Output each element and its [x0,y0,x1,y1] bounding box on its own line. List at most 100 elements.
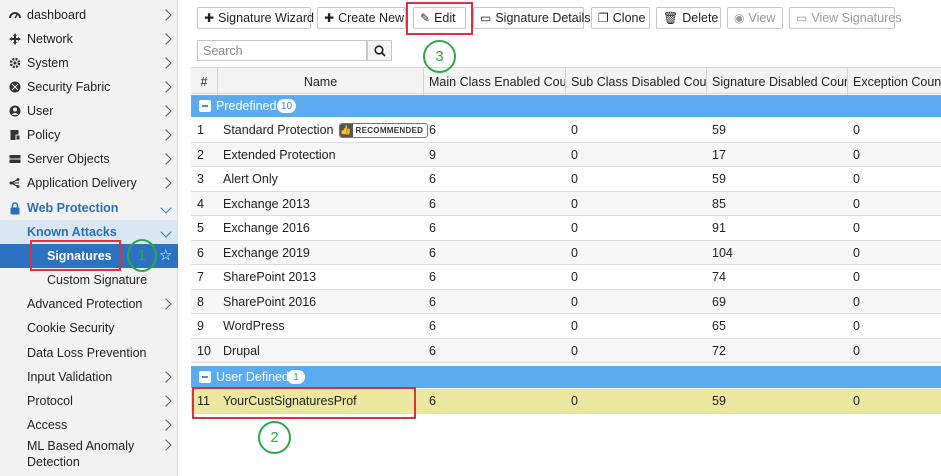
chevron-down-icon [160,202,172,214]
chevron-right-icon [160,419,172,431]
column-header-sub-class-disabled[interactable]: Sub Class Disabled Count [565,68,706,95]
badge-label: RECOMMENDED [355,125,424,135]
sidebar-item-cookie-security[interactable]: Cookie Security [0,316,178,340]
cell-signature-disabled-text: 85 [712,196,726,211]
cell-main-class-enabled: 6 [423,192,436,216]
sidebar-item-input-validation[interactable]: Input Validation [0,365,178,389]
view-button[interactable]: ◉ View [727,7,783,29]
collapse-icon[interactable] [199,371,211,383]
delete-button[interactable]: 🗑 Delete [656,7,721,29]
sidebar-item-server-objects[interactable]: Server Objects [0,147,178,171]
chevron-right-icon [160,9,172,21]
view-signatures-button[interactable]: ▭ View Signatures [789,7,901,29]
column-header-number[interactable]: # [191,68,217,95]
gear-icon [8,56,22,70]
cell-exception-count-text: 0 [853,394,860,408]
chevron-right-icon [160,129,172,141]
table-row[interactable]: 3 Alert Only 6 0 59 0 [191,167,941,192]
cell-sub-class-disabled-text: 0 [571,270,578,284]
sidebar-item-custom-signature[interactable]: Custom Signature [0,268,178,292]
cell-exception-count-text: 0 [853,221,860,235]
column-header-name[interactable]: Name [217,68,423,95]
search-button[interactable] [367,40,392,61]
sidebar-item-system[interactable]: System [0,51,178,75]
cell-signature-disabled-text: 65 [712,319,726,333]
sidebar-item-application-delivery[interactable]: Application Delivery [0,171,178,195]
details-icon: ▭ [796,11,808,25]
sidebar-item-protocol[interactable]: Protocol [0,389,178,413]
collapse-icon[interactable] [199,100,211,112]
table-row[interactable]: 6 Exchange 2019 6 0 104 0 [191,240,941,265]
cell-exception-count: 0 [847,118,860,142]
cell-number: 5 [191,216,204,240]
column-header-exception-count[interactable]: Exception Count [847,68,941,95]
sidebar-item-advanced-protection[interactable]: Advanced Protection [0,292,178,316]
network-icon [8,32,22,46]
table-row[interactable]: 1 Standard Protection 👍 RECOMMENDED 6 0 59 0 [191,118,941,143]
sidebar-item-policy[interactable]: Policy [0,123,178,147]
signature-details-button[interactable]: ▭ Signature Details [473,7,591,29]
dashboard-icon [8,8,22,22]
cell-main-class-enabled: 6 [423,290,436,314]
sidebar-item-dashboard[interactable]: dashboard [0,3,178,27]
sidebar-item-access[interactable]: Access [0,413,178,437]
sidebar-item-ml-anomaly-line2[interactable]: Detection [0,454,178,470]
cell-sub-class-disabled-text: 0 [571,172,578,186]
cell-signature-disabled-text: 59 [712,172,726,186]
table-row[interactable]: 7 SharePoint 2013 6 0 74 0 [191,265,941,290]
table-row[interactable]: 8 SharePoint 2016 6 0 69 0 [191,289,941,314]
cell-name-text: Exchange 2016 [223,221,310,235]
sidebar-item-label: Application Delivery [27,176,137,190]
user-icon [8,104,22,118]
button-label: Signature Details [495,11,591,25]
group-count-badge: 1 [287,370,305,384]
group-header-user-defined[interactable]: User Defined 1 [191,366,941,388]
cell-sub-class-disabled: 0 [565,389,578,413]
cell-main-class-enabled-text: 6 [429,172,436,186]
button-label: Delete [682,11,719,25]
button-label: Create New [338,11,405,25]
sidebar-item-ml-anomaly[interactable]: ML Based Anomaly [0,438,178,454]
group-header-predefined[interactable]: Predefined 10 [191,95,941,117]
lock-icon [8,201,22,215]
sidebar-item-network[interactable]: Network [0,27,178,51]
chevron-right-icon [160,395,172,407]
table-row[interactable]: 5 Exchange 2016 6 0 91 0 [191,216,941,241]
cell-main-class-enabled: 6 [423,216,436,240]
sidebar-item-web-protection[interactable]: Web Protection [0,196,178,220]
cell-name: Exchange 2016 [217,216,310,240]
sidebar-item-label: Security Fabric [27,80,111,94]
cell-name-text: Exchange 2019 [223,245,310,260]
star-icon[interactable]: ☆ [159,248,172,263]
sidebar-item-data-loss-prevention[interactable]: Data Loss Prevention [0,341,178,365]
table-row[interactable]: 4 Exchange 2013 6 0 85 0 [191,191,941,216]
chevron-right-icon [160,105,172,117]
cell-sub-class-disabled-text: 0 [571,196,578,211]
table-row[interactable]: 2 Extended Protection 9 0 17 0 [191,142,941,167]
search-input[interactable] [197,40,367,61]
table-row[interactable]: 10 Drupal 6 0 72 0 [191,338,941,363]
cell-main-class-enabled: 6 [423,265,436,289]
cell-number-text: 4 [197,196,204,211]
cell-sub-class-disabled-text: 0 [571,221,578,235]
cell-signature-disabled: 17 [706,143,726,167]
cell-sub-class-disabled: 0 [565,167,578,191]
cell-number: 3 [191,167,204,191]
cell-main-class-enabled: 6 [423,241,436,265]
cell-main-class-enabled-text: 6 [429,343,436,358]
table-row[interactable]: 9 WordPress 6 0 65 0 [191,314,941,339]
clone-button[interactable]: ❐ Clone [591,7,650,29]
cell-exception-count-text: 0 [853,343,860,358]
signature-wizard-button[interactable]: ✚ Signature Wizard [197,7,314,29]
cell-name: WordPress [217,314,285,338]
cell-name-text: Standard Protection [223,123,334,137]
cell-number-text: 9 [197,319,204,333]
cell-number-text: 10 [197,343,211,358]
column-header-signature-disabled[interactable]: Signature Disabled Count [706,68,847,95]
cell-signature-disabled-text: 74 [712,270,726,284]
sidebar-item-user[interactable]: User [0,99,178,123]
create-new-button[interactable]: ✚ Create New [317,7,406,29]
sidebar-item-label: System [27,56,69,70]
sidebar-item-security-fabric[interactable]: Security Fabric [0,75,178,99]
cell-sub-class-disabled-text: 0 [571,319,578,333]
